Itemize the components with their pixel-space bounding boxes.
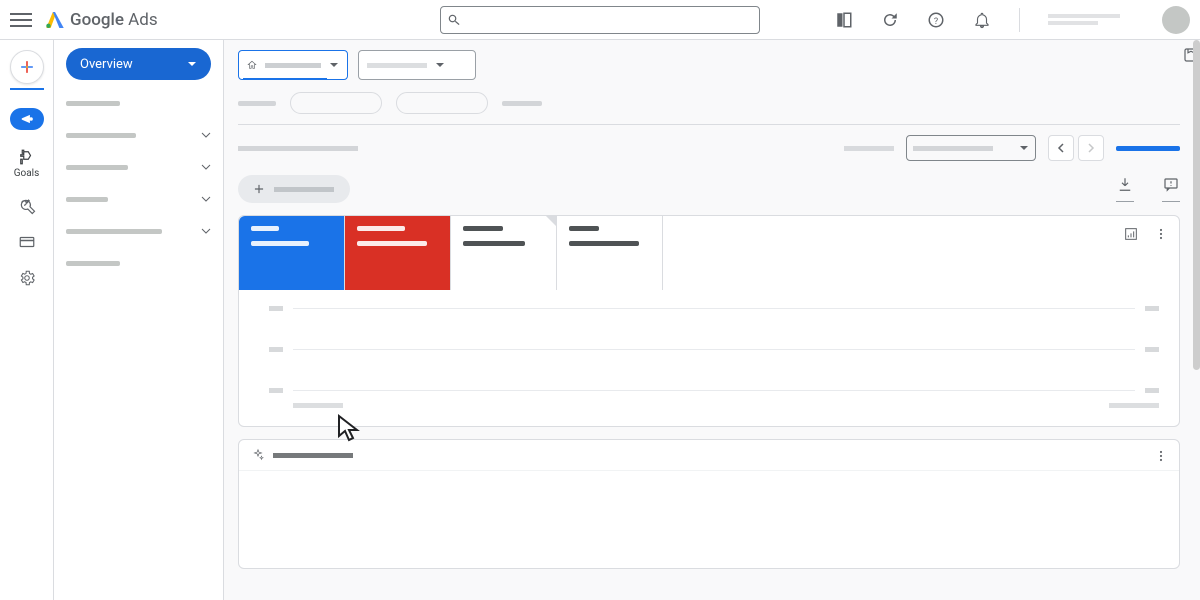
card-menu-icon[interactable] [1153, 448, 1169, 468]
section-label [238, 146, 358, 151]
main-content [224, 40, 1200, 600]
metrics-card [238, 215, 1180, 427]
campaigns-nav[interactable] [10, 108, 44, 130]
sidebar-item[interactable] [66, 126, 211, 144]
scope-selector-secondary[interactable] [358, 50, 476, 80]
chevron-down-icon [187, 59, 197, 69]
filter-chip[interactable] [396, 92, 488, 114]
left-rail: Goals [0, 40, 54, 600]
feedback-icon[interactable] [1162, 176, 1180, 194]
date-prev[interactable] [1048, 135, 1074, 161]
secondary-sidebar: Overview [54, 40, 224, 600]
menu-icon[interactable] [10, 9, 32, 31]
date-next[interactable] [1078, 135, 1104, 161]
download-icon[interactable] [1116, 176, 1134, 194]
svg-text:?: ? [934, 16, 938, 26]
search-input[interactable] [440, 6, 760, 34]
card-menu-icon[interactable] [1153, 226, 1169, 242]
tools-nav[interactable] [18, 197, 36, 215]
sidebar-item[interactable] [66, 158, 211, 176]
avatar[interactable] [1162, 6, 1190, 34]
metric-tile[interactable] [345, 216, 451, 290]
add-metric-button[interactable] [238, 175, 350, 203]
product-logo[interactable]: Google Ads [46, 10, 158, 30]
metric-tile[interactable] [451, 216, 557, 290]
filter-chip[interactable] [290, 92, 382, 114]
metric-tile[interactable] [557, 216, 663, 290]
show-last-link[interactable] [1116, 146, 1180, 151]
search-icon [447, 13, 461, 27]
dropdown-icon [329, 60, 339, 70]
chart-area [239, 290, 1179, 414]
sparkle-icon [251, 448, 265, 462]
sidebar-item[interactable] [66, 254, 211, 272]
sidebar-item[interactable] [66, 190, 211, 208]
overview-label: Overview [80, 57, 133, 72]
account-info[interactable] [1048, 14, 1120, 25]
top-header: Google Ads ? [0, 0, 1200, 40]
scope-selector-account[interactable] [238, 50, 348, 80]
admin-nav[interactable] [18, 269, 36, 287]
home-icon [247, 60, 257, 70]
appearance-icon[interactable] [835, 11, 853, 29]
notifications-icon[interactable] [973, 11, 991, 29]
billing-nav[interactable] [18, 233, 36, 251]
dropdown-icon [435, 60, 445, 70]
metric-tile[interactable] [239, 216, 345, 290]
sidebar-item[interactable] [66, 222, 211, 240]
refresh-icon[interactable] [881, 11, 899, 29]
goals-nav[interactable]: Goals [14, 148, 40, 179]
brand-name: Google [70, 10, 124, 30]
insights-card [238, 439, 1180, 569]
goals-label: Goals [14, 168, 40, 179]
expand-chart-icon[interactable] [1123, 226, 1139, 242]
date-range-picker[interactable] [906, 135, 1036, 161]
brand-suffix: Ads [128, 10, 157, 30]
create-button[interactable] [10, 50, 44, 84]
plus-icon [252, 182, 266, 196]
help-icon[interactable]: ? [927, 11, 945, 29]
sidebar-item[interactable] [66, 94, 211, 112]
overview-expand[interactable]: Overview [66, 48, 211, 80]
scrollbar[interactable] [1193, 40, 1200, 370]
